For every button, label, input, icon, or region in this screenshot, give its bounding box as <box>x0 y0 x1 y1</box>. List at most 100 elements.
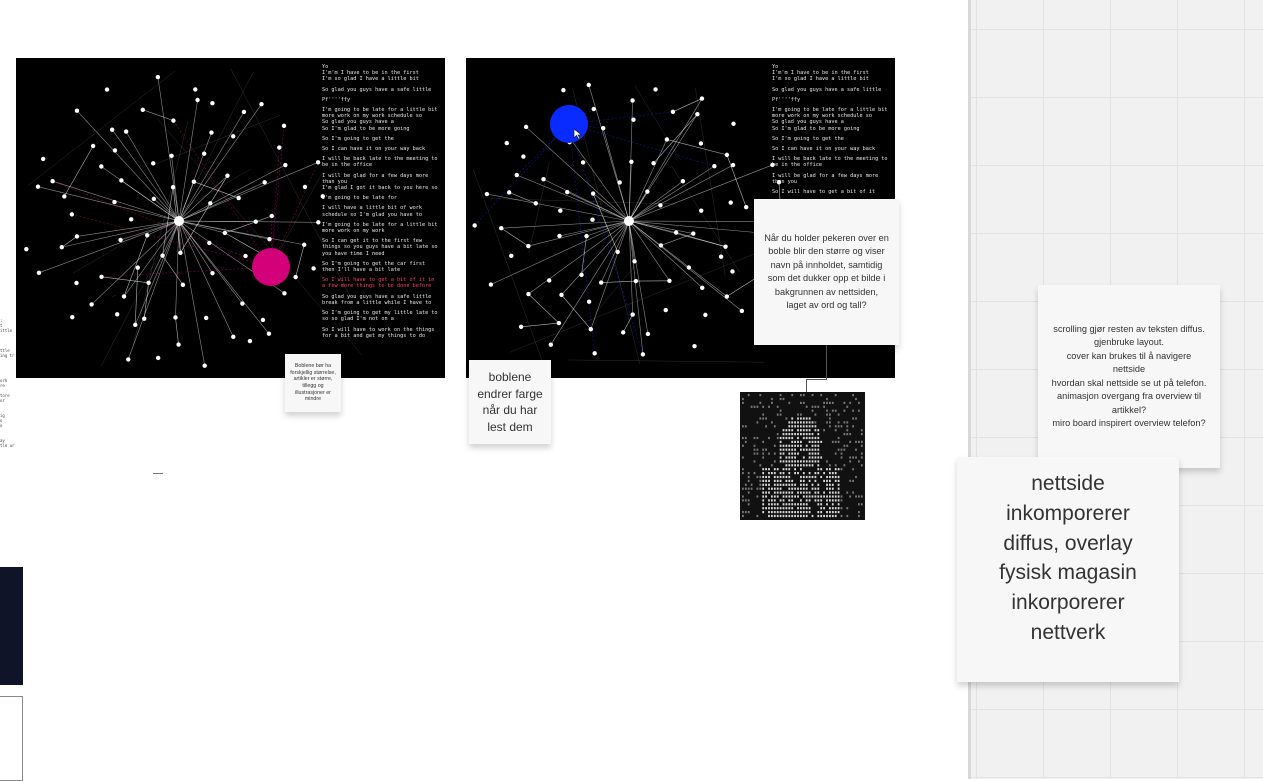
ascii-glyph <box>823 507 825 509</box>
ascii-glyph <box>829 480 831 482</box>
ascii-glyph <box>815 453 817 455</box>
ascii-glyph <box>754 472 756 474</box>
ascii-glyph <box>838 425 840 427</box>
network-edge <box>128 221 179 359</box>
ascii-glyph <box>757 453 759 455</box>
ascii-glyph <box>838 449 840 451</box>
ascii-glyph <box>817 406 819 408</box>
ascii-glyph <box>797 425 799 427</box>
ascii-glyph <box>757 476 759 478</box>
ascii-glyph <box>809 511 811 513</box>
network-node <box>267 237 271 241</box>
ascii-glyph <box>786 433 788 435</box>
network-edge <box>175 317 178 344</box>
ascii-glyph <box>788 456 790 458</box>
ascii-glyph <box>786 445 788 447</box>
ascii-glyph <box>751 484 753 486</box>
network-node <box>629 160 633 164</box>
ascii-glyph <box>768 488 770 490</box>
network-edge <box>501 221 629 228</box>
ascii-glyph <box>829 492 831 494</box>
connector-line <box>806 379 807 392</box>
network-edge <box>654 114 698 163</box>
ascii-glyph <box>829 472 831 474</box>
ascii-glyph <box>800 445 802 447</box>
ascii-glyph <box>858 511 860 513</box>
ascii-glyph <box>783 507 785 509</box>
ascii-portrait-image[interactable] <box>740 392 865 520</box>
ascii-glyph <box>829 464 831 466</box>
ascii-glyph <box>791 429 793 431</box>
lyrics-text: Yo I'm'm I have to be in the first I'm s… <box>772 64 895 216</box>
content-bubble-pink[interactable] <box>252 248 290 286</box>
ascii-glyph <box>788 507 790 509</box>
network-hub <box>624 216 634 226</box>
ascii-glyph <box>788 449 790 451</box>
network-node <box>549 342 553 346</box>
ascii-glyph <box>774 453 776 455</box>
network-node <box>587 83 591 87</box>
ascii-glyph <box>797 421 799 423</box>
ascii-glyph <box>817 499 819 501</box>
ascii-glyph <box>757 488 759 490</box>
ascii-glyph <box>844 402 846 404</box>
network-node <box>110 128 114 132</box>
ascii-glyph <box>806 484 808 486</box>
ascii-glyph <box>800 503 802 505</box>
ascii-glyph <box>812 495 814 497</box>
ascii-glyph <box>783 449 785 451</box>
network-node <box>36 184 40 188</box>
ascii-glyph <box>791 437 793 439</box>
ascii-glyph <box>829 417 831 419</box>
network-edge <box>673 99 702 112</box>
network-edge <box>591 221 629 329</box>
ascii-glyph <box>757 449 759 451</box>
ascii-glyph <box>812 464 814 466</box>
sticky-note-scrolling[interactable]: scrolling gjør resten av teksten diffus.… <box>1038 285 1220 468</box>
ascii-glyph <box>838 499 840 501</box>
sticky-note-website[interactable]: nettside inkomporerer diffus, overlay fy… <box>957 457 1179 682</box>
ascii-glyph <box>791 417 793 419</box>
network-edge-highlight <box>102 267 271 277</box>
ascii-glyph <box>812 456 814 458</box>
network-node <box>142 316 146 320</box>
sticky-text: scrolling gjør resten av teksten diffus.… <box>1050 323 1208 431</box>
network-node <box>141 108 145 112</box>
ascii-glyph <box>809 507 811 509</box>
ascii-glyph <box>759 394 761 396</box>
ascii-glyph <box>829 476 831 478</box>
ascii-glyph <box>809 492 811 494</box>
ascii-glyph <box>826 421 828 423</box>
ascii-glyph <box>783 433 785 435</box>
ascii-glyph <box>803 495 805 497</box>
ascii-glyph <box>861 503 863 505</box>
network-node <box>112 200 116 204</box>
network-node <box>526 292 530 296</box>
network-node <box>681 179 685 183</box>
offscreen-image[interactable] <box>0 567 23 685</box>
sticky-note-bubble-size[interactable]: Boblene bør ha forskjellig størrelse, ar… <box>285 354 341 412</box>
sticky-note-hover[interactable]: Når du holder pekeren over en boble blir… <box>754 199 899 345</box>
ascii-glyph <box>748 511 750 513</box>
ascii-glyph <box>794 503 796 505</box>
ascii-glyph <box>815 488 817 490</box>
network-edge <box>102 277 149 283</box>
lyric-line: So glad you guys have a safe little brea… <box>322 294 445 306</box>
ascii-glyph <box>829 425 831 427</box>
network-node <box>731 122 735 126</box>
whiteboard-canvas[interactable]: :tittlettleing tr orkretoreorigooaytle u… <box>0 0 1263 779</box>
ascii-glyph <box>803 402 805 404</box>
ascii-glyph <box>829 511 831 513</box>
ascii-glyph <box>841 453 843 455</box>
ascii-glyph <box>774 515 776 517</box>
network-node <box>658 203 662 207</box>
sticky-note-bubble-color[interactable]: boblene endrer farge når du har lest dem <box>469 360 551 444</box>
network-edge <box>601 281 636 283</box>
ascii-glyph <box>849 456 851 458</box>
network-artwork-left[interactable]: Yo I'm'm I have to be in the first I'm s… <box>16 58 445 378</box>
ascii-glyph <box>788 511 790 513</box>
offscreen-card[interactable] <box>0 696 23 781</box>
network-edge <box>143 110 174 121</box>
ascii-glyph <box>803 511 805 513</box>
ascii-glyph <box>803 503 805 505</box>
